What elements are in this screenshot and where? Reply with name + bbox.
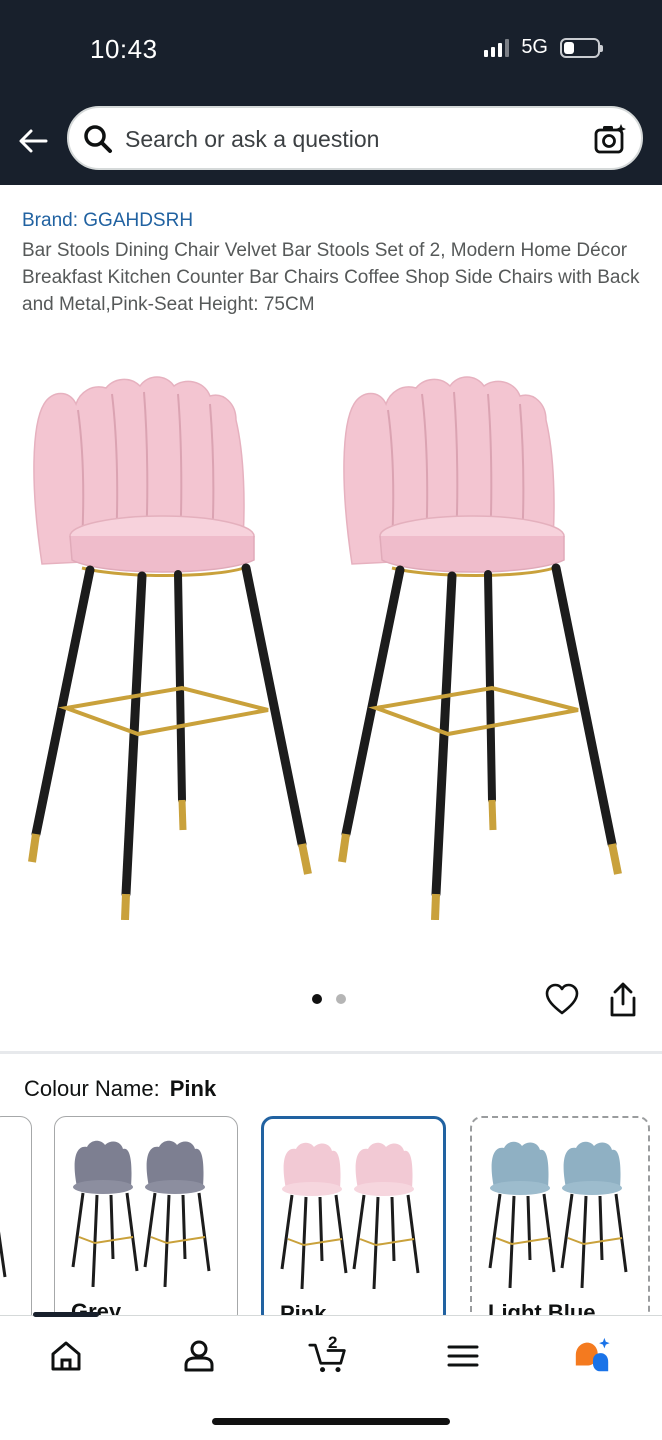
colour-swatch-partial[interactable]	[0, 1116, 32, 1326]
back-arrow-icon[interactable]	[16, 124, 50, 158]
menu-icon[interactable]	[443, 1336, 483, 1376]
product-image[interactable]	[0, 340, 662, 920]
app-header: 10:43 5G	[0, 0, 662, 185]
cart-count-badge: 2	[328, 1333, 338, 1352]
home-icon[interactable]	[46, 1336, 86, 1376]
battery-icon	[560, 37, 603, 58]
search-icon	[84, 125, 112, 153]
colour-swatch-pink[interactable]: Pink	[261, 1116, 446, 1326]
section-divider	[0, 1051, 662, 1054]
status-time: 10:43	[90, 34, 158, 64]
rufus-icon[interactable]	[572, 1336, 612, 1376]
colour-name-label: Colour Name: Pink	[24, 1076, 216, 1102]
heart-icon[interactable]	[545, 983, 579, 1017]
account-icon[interactable]	[179, 1336, 219, 1376]
active-tab-indicator	[33, 1312, 99, 1317]
home-indicator	[212, 1418, 450, 1425]
status-indicators: 5G	[484, 36, 603, 59]
camera-search-icon[interactable]	[593, 122, 627, 156]
share-icon[interactable]	[606, 982, 640, 1018]
colour-swatch-grey[interactable]: Grey	[54, 1116, 238, 1326]
network-type: 5G	[521, 36, 548, 58]
brand-link[interactable]: Brand: GGAHDSRH	[22, 210, 193, 232]
colour-selected: Pink	[169, 1076, 217, 1101]
product-title: Bar Stools Dining Chair Velvet Bar Stool…	[22, 240, 640, 315]
search-bar[interactable]	[67, 106, 643, 170]
colour-swatch-light-blue[interactable]: Light Blue	[470, 1116, 650, 1326]
carousel-dot[interactable]	[336, 994, 346, 1004]
search-input[interactable]	[125, 122, 565, 156]
colour-label-text: Colour Name:	[24, 1076, 160, 1101]
carousel-dot-active[interactable]	[312, 994, 322, 1004]
image-carousel-dots[interactable]	[312, 994, 346, 1004]
signal-icon	[484, 38, 510, 57]
